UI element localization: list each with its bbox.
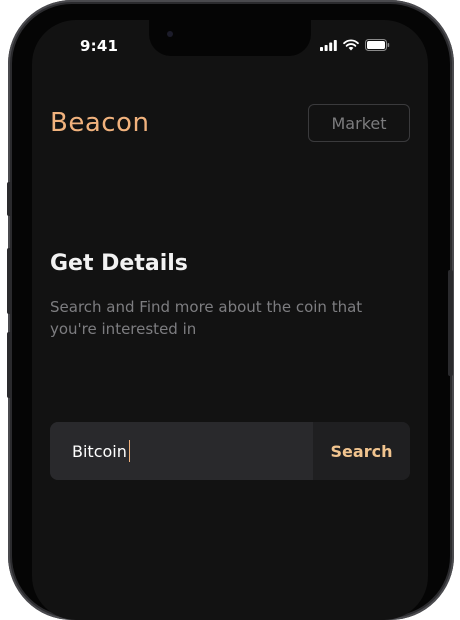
notch (149, 20, 311, 56)
search-input-value: Bitcoin (72, 441, 127, 461)
status-icons (320, 39, 390, 51)
volume-down-button (7, 332, 12, 398)
page-subtitle: Search and Find more about the coin that… (50, 298, 363, 338)
market-button[interactable]: Market (308, 104, 410, 142)
status-time: 9:41 (80, 37, 119, 55)
page-title: Get Details (50, 251, 188, 276)
search-button[interactable]: Search (313, 422, 410, 480)
search-input[interactable]: Bitcoin (50, 422, 313, 480)
volume-up-button (7, 248, 12, 314)
silent-switch (7, 182, 12, 216)
battery-icon (365, 39, 390, 51)
wifi-icon (343, 39, 359, 51)
text-caret (128, 440, 130, 462)
camera-icon (167, 31, 173, 37)
search-bar: Bitcoin Search (50, 422, 410, 480)
power-button (448, 270, 453, 376)
app-screen: 9:41 Beacon Market Get Details Search an… (32, 20, 428, 620)
cellular-signal-icon (320, 39, 337, 51)
app-logo: Beacon (50, 108, 150, 138)
